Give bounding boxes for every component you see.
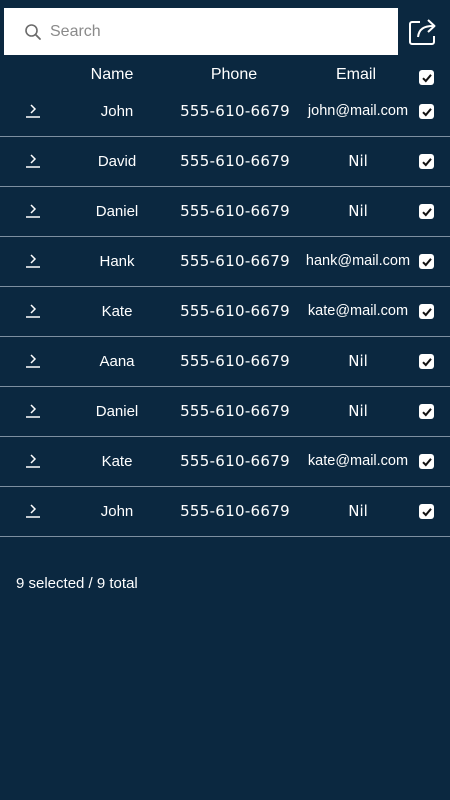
contact-email: Nil <box>348 352 368 370</box>
contact-phone: 555-610-6679 <box>180 502 290 520</box>
share-icon[interactable] <box>406 14 440 48</box>
row-checkbox[interactable] <box>419 304 434 319</box>
contact-email: Nil <box>348 402 368 420</box>
selection-status: 9 selected / 9 total <box>16 575 138 592</box>
contact-email: kate@mail.com <box>307 303 409 319</box>
chevron-right-icon[interactable] <box>26 152 40 168</box>
contact-phone: 555-610-6679 <box>180 252 290 270</box>
contact-email: Nil <box>348 502 368 520</box>
chevron-right-icon[interactable] <box>26 352 40 368</box>
contact-email: john@mail.com <box>307 103 409 119</box>
contact-name: John <box>100 503 134 520</box>
table-row[interactable]: Aana 555-610-6679 Nil <box>0 337 450 387</box>
row-checkbox[interactable] <box>419 454 434 469</box>
contact-phone: 555-610-6679 <box>180 152 290 170</box>
chevron-right-icon[interactable] <box>26 302 40 318</box>
search-icon <box>24 23 42 41</box>
contact-name: David <box>97 153 137 170</box>
chevron-right-icon[interactable] <box>26 452 40 468</box>
search-input[interactable] <box>50 22 350 41</box>
row-checkbox[interactable] <box>419 354 434 369</box>
contact-name: Daniel <box>95 403 139 420</box>
contact-name: Kate <box>101 453 133 470</box>
table-row[interactable]: Kate 555-610-6679 kate@mail.com <box>0 287 450 337</box>
contact-name: John <box>100 103 134 120</box>
chevron-right-icon[interactable] <box>26 202 40 218</box>
table-row[interactable]: Daniel 555-610-6679 Nil <box>0 187 450 237</box>
contact-name: Kate <box>101 303 133 320</box>
table-row[interactable]: Hank 555-610-6679 hank@mail.com <box>0 237 450 287</box>
contact-phone: 555-610-6679 <box>180 202 290 220</box>
chevron-right-icon[interactable] <box>26 402 40 418</box>
contact-name: Aana <box>99 353 135 370</box>
row-checkbox[interactable] <box>419 104 434 119</box>
table-row[interactable]: Kate 555-610-6679 kate@mail.com <box>0 437 450 487</box>
contact-phone: 555-610-6679 <box>180 302 290 320</box>
contact-email: Nil <box>348 202 368 220</box>
contact-email: Nil <box>348 152 368 170</box>
contact-phone: 555-610-6679 <box>180 352 290 370</box>
column-header-phone[interactable]: Phone <box>174 66 294 84</box>
contact-name: Hank <box>99 253 135 270</box>
table-row[interactable]: Daniel 555-610-6679 Nil <box>0 387 450 437</box>
chevron-right-icon[interactable] <box>26 252 40 268</box>
search-bar[interactable] <box>4 8 398 55</box>
chevron-right-icon[interactable] <box>26 502 40 518</box>
select-all-checkbox[interactable] <box>419 70 434 85</box>
row-checkbox[interactable] <box>419 204 434 219</box>
contact-name: Daniel <box>95 203 139 220</box>
row-checkbox[interactable] <box>419 504 434 519</box>
contact-phone: 555-610-6679 <box>180 102 290 120</box>
top-bar <box>0 0 450 62</box>
table-row[interactable]: John 555-610-6679 Nil <box>0 487 450 537</box>
table-row[interactable]: John 555-610-6679 john@mail.com <box>0 87 450 137</box>
row-checkbox[interactable] <box>419 404 434 419</box>
contact-email: hank@mail.com <box>305 253 411 269</box>
table-row[interactable]: David 555-610-6679 Nil <box>0 137 450 187</box>
column-header-name[interactable]: Name <box>72 66 152 84</box>
contact-email: kate@mail.com <box>307 453 409 469</box>
column-header-email[interactable]: Email <box>300 66 412 84</box>
row-checkbox[interactable] <box>419 254 434 269</box>
contact-list: John 555-610-6679 john@mail.com David 555-61… <box>0 87 450 537</box>
chevron-right-icon[interactable] <box>26 102 40 118</box>
contact-phone: 555-610-6679 <box>180 402 290 420</box>
row-checkbox[interactable] <box>419 154 434 169</box>
contact-phone: 555-610-6679 <box>180 452 290 470</box>
